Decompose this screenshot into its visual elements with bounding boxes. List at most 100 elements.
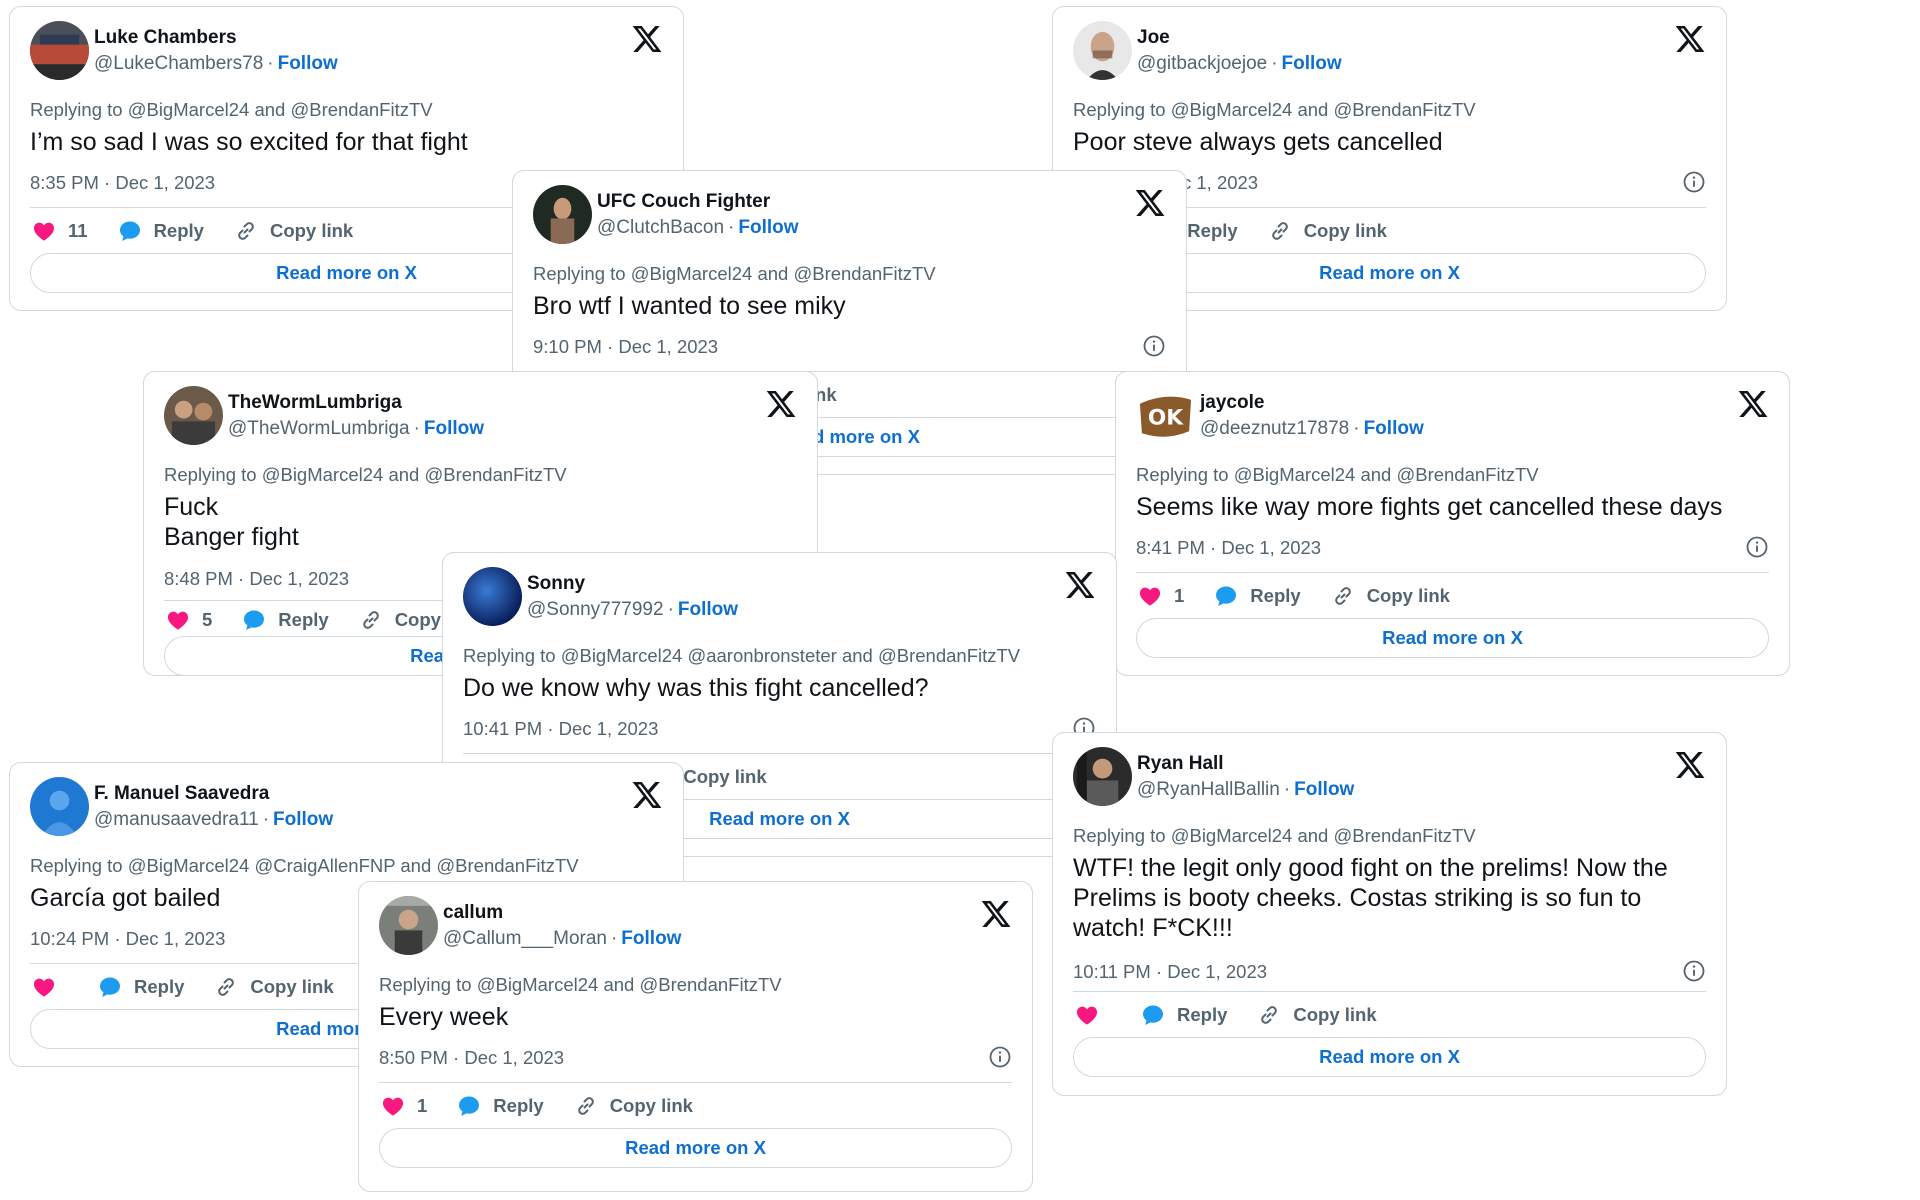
reply-bubble-icon [1214,584,1238,608]
copy-link-label: Copy link [1366,585,1450,606]
like-button[interactable]: 1 [381,1094,427,1118]
author-handle[interactable]: @LukeChambers78 [94,53,263,74]
follow-button[interactable]: Follow [1294,779,1354,800]
author-name[interactable]: Joe [1137,27,1170,49]
avatar[interactable] [30,21,89,80]
avatar[interactable] [164,386,223,445]
link-icon [1268,219,1292,243]
like-count: 11 [68,220,88,241]
info-icon[interactable] [1142,334,1166,358]
separator-dot: · [413,418,420,439]
replying-to: Replying to @BigMarcel24 and @BrendanFit… [1073,825,1476,846]
avatar[interactable]: OK [1136,386,1195,445]
x-logo-icon[interactable] [1134,187,1166,219]
copy-link-label: Copy link [250,976,334,997]
x-logo-icon[interactable] [631,779,663,811]
like-button[interactable]: 1 [1138,584,1184,608]
author-name[interactable]: Luke Chambers [94,27,237,49]
tweet-timestamp[interactable]: 9:10 PM · Dec 1, 2023 [533,336,718,357]
x-logo-icon[interactable] [765,388,797,420]
heart-icon [166,608,190,632]
like-button[interactable] [1075,1003,1111,1027]
author-handle[interactable]: @Sonny777992 [527,599,664,620]
info-icon[interactable] [1682,959,1706,983]
author-handle[interactable]: @RyanHallBallin [1137,779,1280,800]
copy-link-button[interactable]: Copy link [234,219,353,243]
x-logo-icon[interactable] [1674,749,1706,781]
copy-link-button[interactable]: Copy link [1257,1003,1377,1027]
info-icon[interactable] [1745,535,1769,559]
reply-bubble-icon [98,975,122,999]
reply-button[interactable]: Reply [98,975,184,999]
tweet-text: Fuck Banger fight [164,493,299,551]
like-button[interactable]: 11 [32,219,88,243]
author-handle[interactable]: @ClutchBacon [597,217,724,238]
like-button[interactable] [32,975,68,999]
replying-to: Replying to @BigMarcel24 and @BrendanFit… [1136,464,1539,485]
avatar[interactable] [1073,747,1132,806]
author-name[interactable]: Sonny [527,573,585,595]
copy-link-label: Copy link [683,766,767,787]
tweet-timestamp[interactable]: 8:48 PM · Dec 1, 2023 [164,568,349,589]
info-icon[interactable] [1682,170,1706,194]
copy-link-button[interactable]: Copy link [574,1094,693,1118]
reply-button[interactable]: Reply [1214,584,1301,608]
replying-to: Replying to @BigMarcel24 and @BrendanFit… [379,974,782,995]
follow-button[interactable]: Follow [1282,53,1342,74]
copy-link-button[interactable]: Copy link [1331,584,1450,608]
author-name[interactable]: UFC Couch Fighter [597,191,770,213]
avatar[interactable] [533,185,592,244]
author-name[interactable]: TheWormLumbriga [228,392,402,414]
reply-button[interactable]: Reply [1141,1003,1227,1027]
x-logo-icon[interactable] [1064,569,1096,601]
follow-button[interactable]: Follow [678,599,738,620]
read-more-button[interactable]: Read more on X [379,1128,1012,1168]
tweet-timestamp[interactable]: 10:11 PM · Dec 1, 2023 [1073,961,1267,982]
reply-button[interactable]: Reply [242,608,329,632]
author-handle[interactable]: @TheWormLumbriga [228,418,410,439]
author-handle[interactable]: @Callum___Moran [443,928,607,949]
tweet-timestamp[interactable]: 10:24 PM · Dec 1, 2023 [30,928,225,949]
tweet-timestamp[interactable]: 8:35 PM · Dec 1, 2023 [30,172,215,193]
tweet-timestamp[interactable]: 10:41 PM · Dec 1, 2023 [463,718,658,739]
reply-bubble-icon [457,1094,481,1118]
divider [379,1082,1012,1083]
follow-button[interactable]: Follow [1364,418,1424,439]
like-count: 5 [202,609,213,630]
avatar[interactable] [1073,21,1132,80]
reply-button[interactable]: Reply [118,219,204,243]
tweet-timestamp[interactable]: 8:41 PM · Dec 1, 2023 [1136,537,1321,558]
copy-link-button[interactable]: Copy link [1268,219,1387,243]
x-logo-icon[interactable] [1737,388,1769,420]
avatar[interactable] [30,777,89,836]
like-button[interactable]: 5 [166,608,212,632]
read-more-button[interactable]: Read more on X [1073,1037,1706,1077]
x-logo-icon[interactable] [1674,23,1706,55]
separator-dot: · [1283,779,1291,800]
author-name[interactable]: F. Manuel Saavedra [94,783,269,805]
follow-button[interactable]: Follow [621,928,681,949]
x-logo-icon[interactable] [631,23,663,55]
copy-link-button[interactable]: Copy link [214,975,334,999]
follow-button[interactable]: Follow [278,53,338,74]
reply-bubble-icon [242,608,266,632]
reply-label: Reply [278,609,329,630]
x-logo-icon[interactable] [980,898,1012,930]
author-name[interactable]: callum [443,902,503,924]
author-handle[interactable]: @manusaavedra11 [94,809,259,830]
avatar[interactable] [379,896,438,955]
follow-button[interactable]: Follow [273,809,333,830]
follow-button[interactable]: Follow [738,217,798,238]
follow-button[interactable]: Follow [424,418,484,439]
author-handle[interactable]: @gitbackjoejoe [1137,53,1267,74]
reply-button[interactable]: Reply [457,1094,544,1118]
info-icon[interactable] [988,1045,1012,1069]
replying-to: Replying to @BigMarcel24 and @BrendanFit… [1073,99,1476,120]
author-name[interactable]: jaycole [1200,392,1264,414]
author-name[interactable]: Ryan Hall [1137,753,1224,775]
avatar[interactable] [463,567,522,626]
author-handle[interactable]: @deeznutz17878 [1200,418,1349,439]
read-more-button[interactable]: Read more on X [1136,618,1769,658]
heart-icon [1075,1003,1099,1027]
tweet-timestamp[interactable]: 8:50 PM · Dec 1, 2023 [379,1047,564,1068]
